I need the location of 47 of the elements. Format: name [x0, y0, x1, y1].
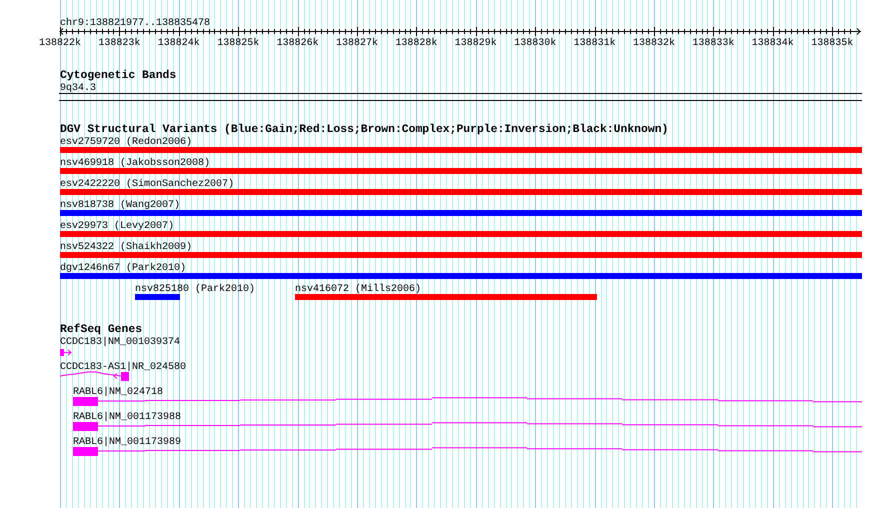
band-label: 9q34.3 — [60, 83, 96, 94]
variant-bar[interactable] — [60, 273, 862, 279]
transcript-drawing[interactable] — [60, 372, 129, 381]
variant-label: nsv825180 (Park2010) — [135, 284, 256, 295]
variant-label: dgv1246n67 (Park2010) — [60, 263, 186, 274]
transcript-label: RABL6|NM_001173988 — [73, 412, 182, 423]
variant-bar[interactable] — [60, 168, 862, 174]
variant-label: nsv416072 (Mills2006) — [295, 284, 422, 295]
transcript-label: CCDC183|NM_001039374 — [60, 337, 180, 348]
variant-label: esv2759720 (Redon2006) — [60, 137, 192, 148]
variant-label: esv29973 (Levy2007) — [60, 221, 174, 232]
ruler-tick-label: 138830k — [514, 38, 556, 49]
variant-bar[interactable] — [60, 147, 862, 153]
ruler-tick-label: 138833k — [692, 38, 734, 49]
ruler-tick-label: 138834k — [752, 38, 794, 49]
location-label: chr9:138821977..138835478 — [60, 18, 210, 29]
transcript-drawing[interactable] — [60, 349, 72, 356]
ruler-tick-label: 138832k — [633, 38, 675, 49]
variant-bar[interactable] — [60, 231, 862, 237]
transcript-drawing[interactable] — [73, 447, 862, 456]
ruler-tick-label: 138824k — [158, 38, 200, 49]
ruler-tick-label: 138835k — [811, 38, 854, 49]
transcript-label: RABL6|NM_024718 — [73, 387, 164, 398]
variant-bar[interactable] — [60, 252, 862, 258]
ruler-tick-label: 138822k — [39, 38, 81, 49]
ruler-tick-label: 138825k — [217, 38, 260, 49]
track-title: DGV Structural Variants (Blue:Gain;Red:Loss;Brown:Complex;Purple:Inversion;Black:Unknown) — [60, 124, 668, 136]
variant-bar[interactable] — [135, 294, 180, 300]
transcript-label: CCDC183-AS1|NR_024580 — [60, 362, 186, 373]
variant-label: nsv469918 (Jakobsson2008) — [60, 158, 210, 169]
variant-bar[interactable] — [295, 294, 597, 300]
ruler-tick-label: 138828k — [395, 38, 438, 49]
transcript-drawing[interactable] — [73, 422, 862, 431]
ruler-tick-label: 138823k — [98, 38, 140, 49]
variant-bar[interactable] — [60, 210, 862, 216]
variant-bar[interactable] — [60, 189, 862, 195]
transcript-label: RABL6|NM_001173989 — [73, 437, 182, 448]
ruler-tick-label: 138826k — [276, 38, 319, 49]
variant-label: nsv524322 (Shaikh2009) — [60, 242, 192, 253]
variant-label: esv2422220 (SimonSanchez2007) — [60, 179, 234, 190]
track-title: Cytogenetic Bands — [60, 70, 176, 82]
variant-label: nsv818738 (Wang2007) — [60, 200, 180, 211]
track-title: RefSeq Genes — [60, 324, 142, 336]
transcript-drawing[interactable] — [73, 397, 862, 406]
ruler-tick-label: 138827k — [336, 38, 378, 49]
ruler-tick-label: 138831k — [574, 38, 616, 49]
ruler-tick-label: 138829k — [454, 38, 497, 49]
